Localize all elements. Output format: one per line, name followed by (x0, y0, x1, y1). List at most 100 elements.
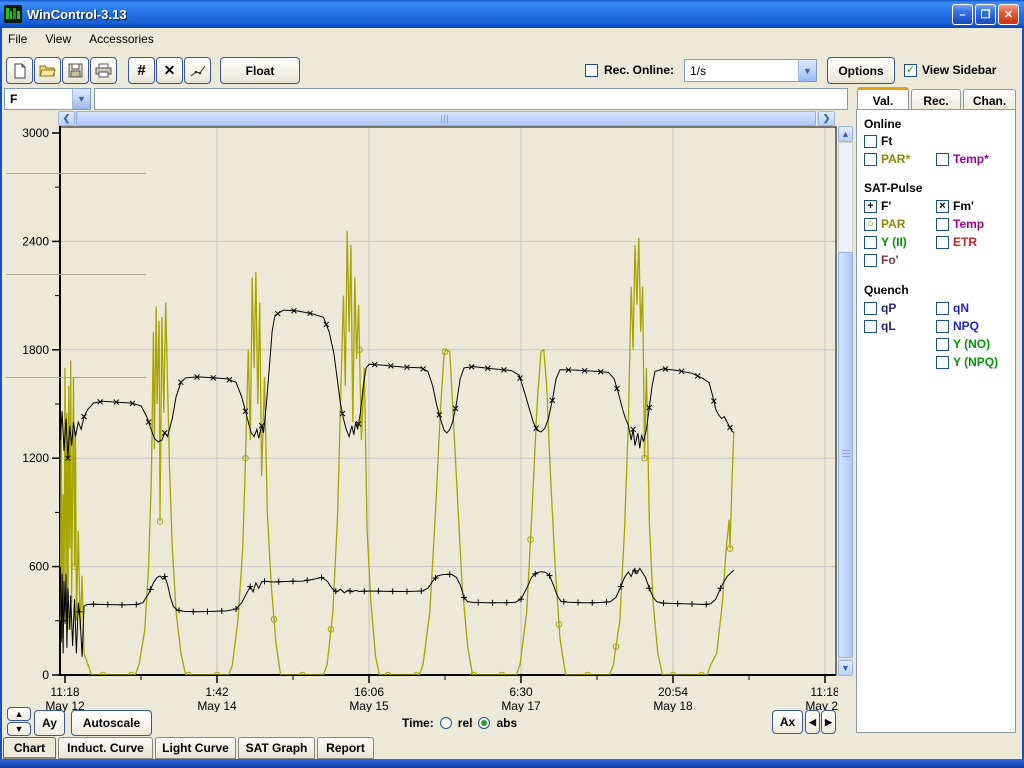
menu-file[interactable]: File (0, 30, 37, 48)
fmprime-checkbox[interactable]: × (936, 200, 949, 213)
svg-text:1200: 1200 (22, 451, 49, 465)
time-abs-label: abs (496, 716, 517, 730)
svg-text:May 15: May 15 (349, 699, 389, 712)
save-button[interactable] (62, 57, 89, 84)
menu-bar: File View Accessories (0, 28, 1024, 49)
time-abs-radio[interactable] (478, 717, 490, 729)
y-scroll-up-button[interactable]: ▲ (7, 707, 31, 721)
time-rel-radio[interactable] (440, 717, 452, 729)
minimize-button-icon[interactable]: – (952, 4, 973, 25)
options-button[interactable]: Options (827, 57, 895, 84)
series-select[interactable]: F ▼ (4, 88, 91, 110)
checkbox-row-etr[interactable]: ETR (936, 235, 977, 249)
ql-checkbox[interactable] (864, 320, 877, 333)
vscroll-up-arrow-icon[interactable]: ▲ (838, 126, 853, 142)
chevron-down-icon[interactable]: ▼ (798, 60, 816, 81)
checkbox-row-temp[interactable]: Temp (936, 217, 984, 231)
qn-checkbox[interactable] (936, 302, 949, 315)
checkbox-row-npq[interactable]: NPQ (936, 319, 979, 333)
svg-text:20:54: 20:54 (658, 685, 688, 699)
maximize-button-icon[interactable]: ❐ (975, 4, 996, 25)
tab-report[interactable]: Report (317, 737, 374, 759)
checkbox-row-temp-star[interactable]: Temp* (936, 152, 989, 166)
temp-checkbox[interactable] (936, 218, 949, 231)
hscroll-right-arrow-icon[interactable]: ❯ (818, 111, 835, 126)
tab-light-curve[interactable]: Light Curve (155, 737, 236, 759)
new-file-icon (12, 63, 28, 79)
x-icon: ✕ (164, 62, 176, 79)
svg-text:600: 600 (29, 560, 49, 574)
view-sidebar-label: View Sidebar (922, 63, 996, 77)
ynpq-checkbox[interactable] (936, 356, 949, 369)
x-scroll-next-button[interactable]: ▶ (821, 710, 836, 734)
close-button-icon[interactable]: ✕ (998, 4, 1019, 25)
checkbox-row-ql[interactable]: qL (864, 319, 896, 333)
foprime-checkbox[interactable] (864, 254, 877, 267)
section-title-sat-pulse: SAT-Pulse (864, 181, 922, 195)
sidebar-tab-chan[interactable]: Chan. (963, 89, 1016, 111)
new-file-button[interactable] (6, 57, 33, 84)
series-select-value: F (5, 92, 17, 106)
checkbox-row-par-star[interactable]: PAR* (864, 152, 910, 166)
checkbox-row-qp[interactable]: qP (864, 301, 896, 315)
tab-chart[interactable]: Chart (3, 737, 56, 759)
checkbox-row-yno[interactable]: Y (NO) (936, 337, 990, 351)
left-arrow-icon: ◀ (809, 717, 816, 728)
temp-star-checkbox[interactable] (936, 153, 949, 166)
par-checkbox[interactable]: ○ (864, 218, 877, 231)
section-title-online: Online (864, 117, 901, 131)
checkbox-row-qn[interactable]: qN (936, 301, 969, 315)
grid-icon: # (137, 62, 145, 79)
x-scroll-prev-button[interactable]: ◀ (805, 710, 820, 734)
ax-button[interactable]: Ax (772, 710, 803, 734)
autoscale-button[interactable]: Autoscale (71, 710, 152, 736)
view-sidebar-checkbox[interactable]: ✓ (904, 64, 917, 77)
printer-icon (95, 63, 112, 78)
rec-interval-value: 1/s (685, 64, 706, 78)
time-rel-label: rel (458, 716, 473, 730)
curve-icon (190, 64, 206, 78)
y-scroll-down-button[interactable]: ▼ (7, 722, 31, 736)
vscroll-down-arrow-icon[interactable]: ▼ (838, 660, 853, 676)
yii-checkbox[interactable] (864, 236, 877, 249)
rec-online-checkbox[interactable] (585, 64, 598, 77)
sidebar-tab-rec[interactable]: Rec. (911, 89, 961, 111)
float-button[interactable]: Float (220, 57, 300, 84)
chevron-down-icon[interactable]: ▼ (72, 89, 90, 109)
etr-checkbox[interactable] (936, 236, 949, 249)
checkbox-row-fprime[interactable]: +F' (864, 199, 891, 213)
up-arrow-icon: ▲ (15, 709, 24, 719)
print-button[interactable] (90, 57, 117, 84)
sidebar-tab-val[interactable]: Val. (857, 87, 909, 111)
ft-checkbox[interactable] (864, 135, 877, 148)
open-file-button[interactable] (34, 57, 61, 84)
svg-text:May 18: May 18 (653, 699, 693, 712)
yno-checkbox[interactable] (936, 338, 949, 351)
qp-checkbox[interactable] (864, 302, 877, 315)
vscroll-thumb[interactable] (838, 252, 853, 658)
ay-button[interactable]: Ay (34, 710, 65, 736)
checkbox-row-fmprime[interactable]: ×Fm' (936, 199, 974, 213)
delete-curve-button[interactable]: ✕ (156, 57, 183, 84)
menu-accessories[interactable]: Accessories (81, 30, 164, 48)
title-bar[interactable]: WinControl-3.13 – ❐ ✕ (0, 0, 1024, 28)
hscroll-left-arrow-icon[interactable]: ❮ (58, 111, 75, 126)
checkbox-row-ynpq[interactable]: Y (NPQ) (936, 355, 998, 369)
npq-checkbox[interactable] (936, 320, 949, 333)
tab-induct-curve[interactable]: Induct. Curve (58, 737, 153, 759)
hscroll-thumb[interactable] (76, 111, 816, 126)
rec-interval-select[interactable]: 1/s ▼ (684, 59, 817, 82)
tab-sat-graph[interactable]: SAT Graph (238, 737, 315, 759)
chart-plot-area[interactable]: 0600120018002400300011:18May 121:42May 1… (18, 126, 838, 712)
app-icon (4, 5, 22, 23)
checkbox-row-foprime[interactable]: Fo' (864, 253, 899, 267)
par-star-checkbox[interactable] (864, 153, 877, 166)
checkbox-row-yii[interactable]: Y (II) (864, 235, 907, 249)
curve-tool-button[interactable] (184, 57, 211, 84)
checkbox-row-par[interactable]: ○PAR (864, 217, 905, 231)
menu-view[interactable]: View (37, 30, 81, 48)
grid-toggle-button[interactable]: # (128, 57, 155, 84)
fprime-checkbox[interactable]: + (864, 200, 877, 213)
right-arrow-icon: ▶ (825, 717, 832, 728)
checkbox-row-ft[interactable]: Ft (864, 134, 892, 148)
